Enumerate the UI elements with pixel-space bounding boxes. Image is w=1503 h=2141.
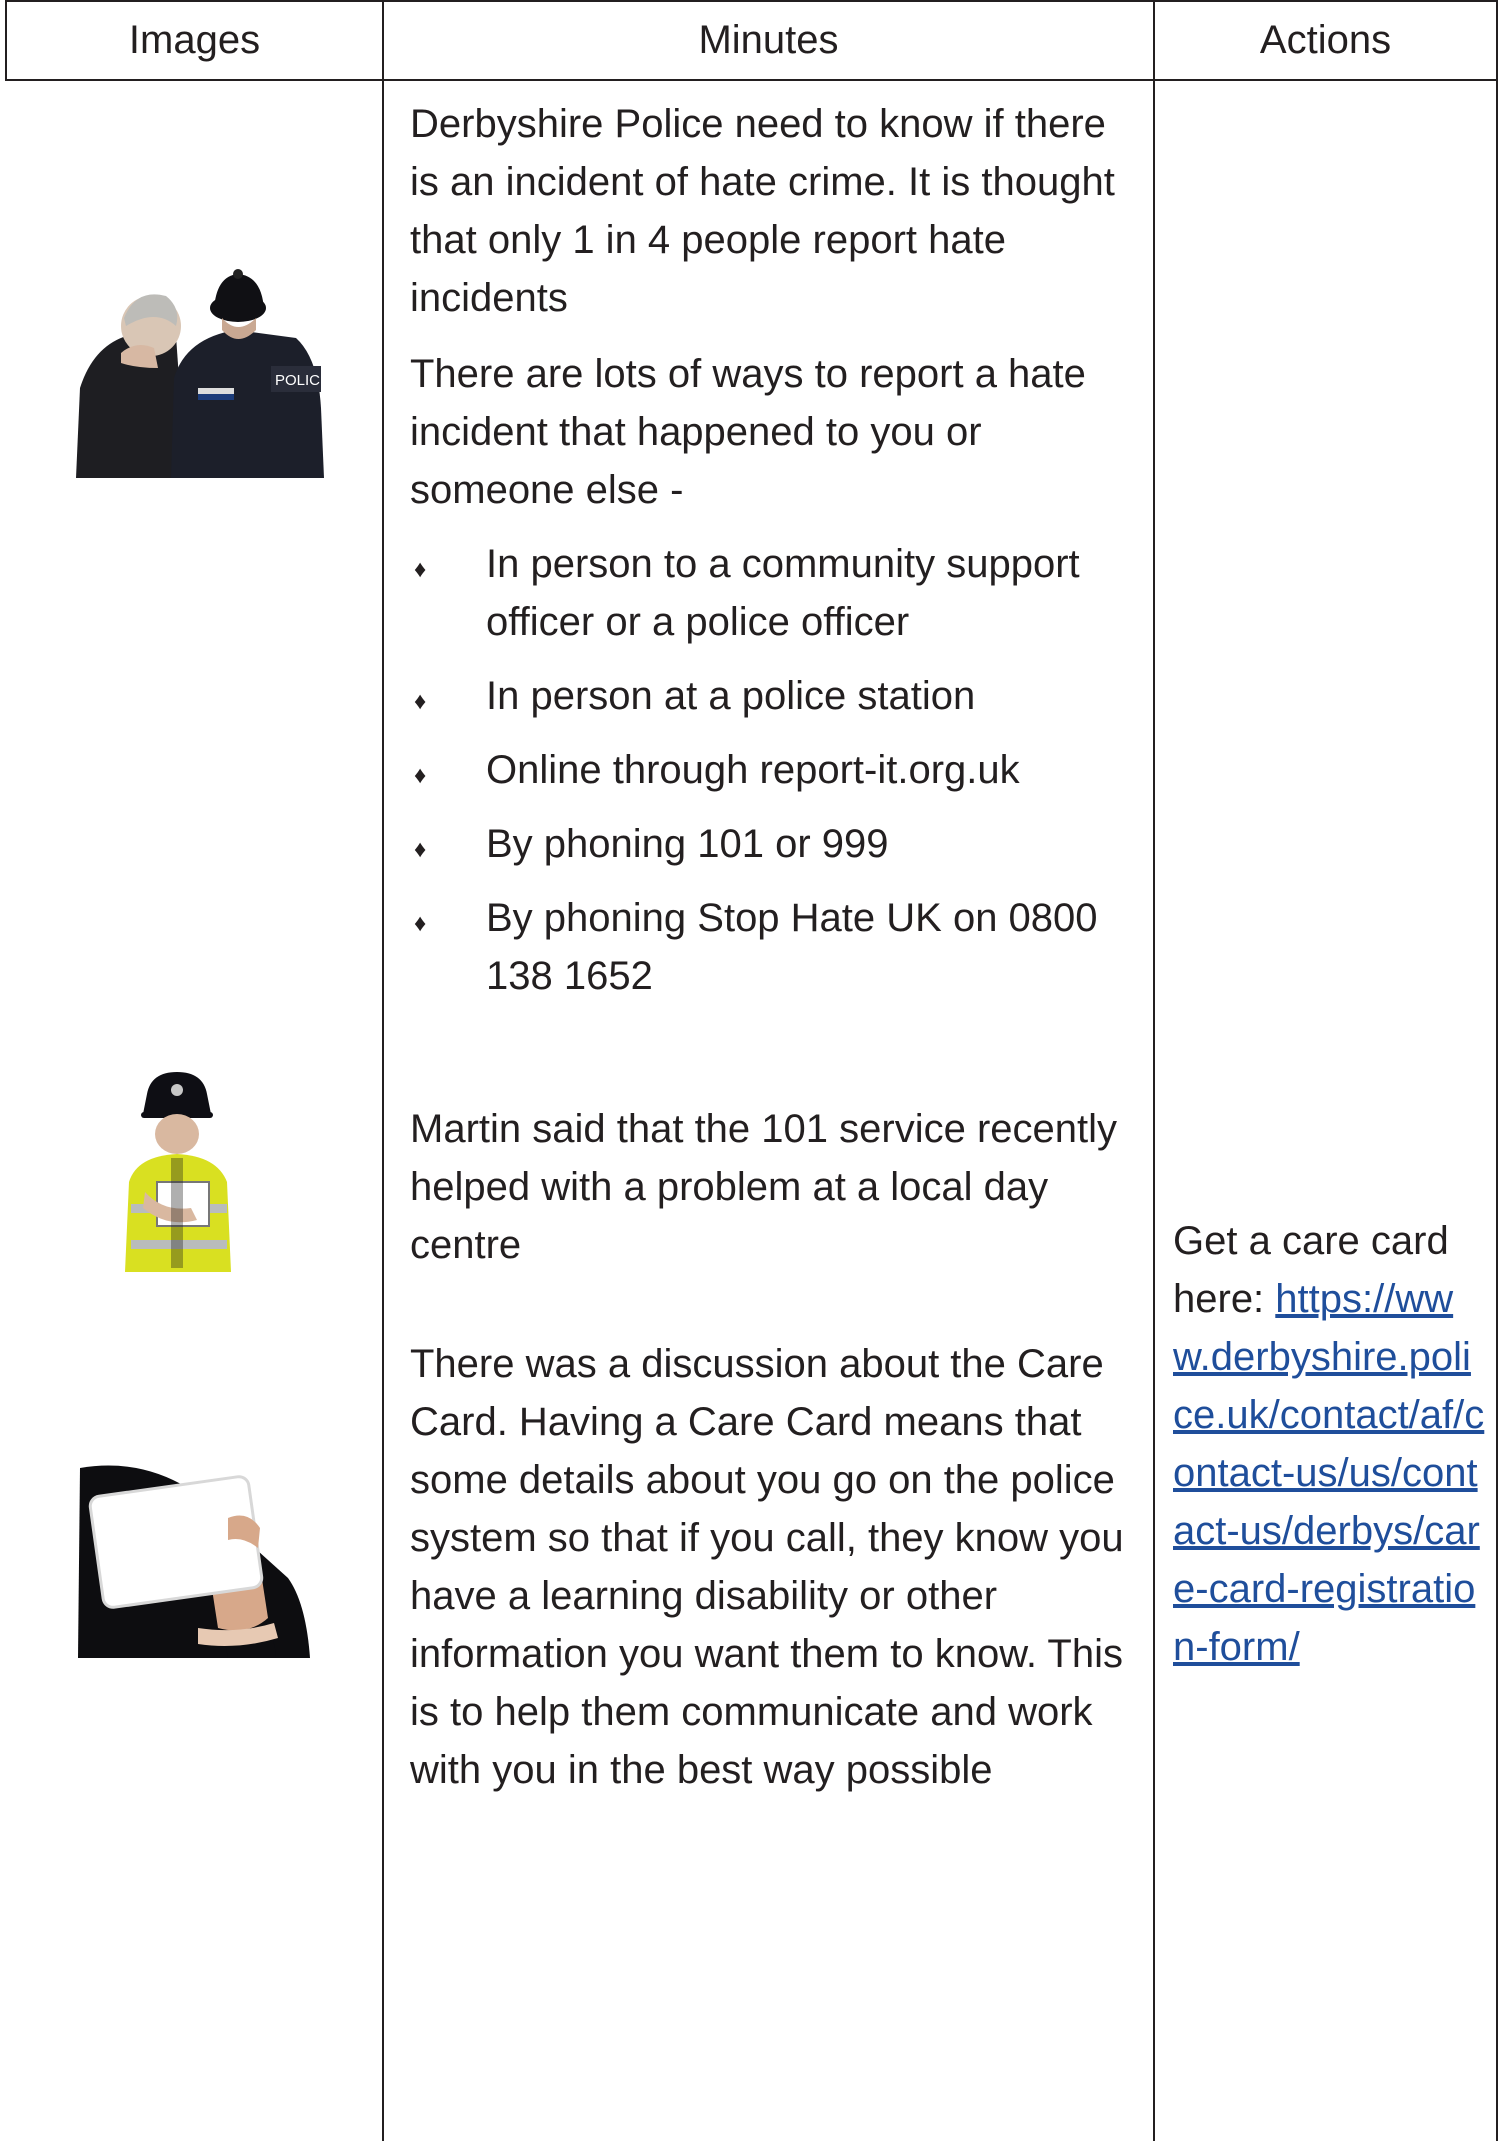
- hand-holding-card-image: [78, 1465, 310, 1658]
- minutes-care-card: There was a discussion about the Care Ca…: [410, 1342, 1124, 1792]
- reporting-way-text: By phoning 101 or 999: [486, 822, 889, 866]
- police-badge-text: POLICE: [275, 372, 326, 389]
- table-border-right: [1496, 0, 1498, 2141]
- list-item: ♦ By phoning 101 or 999: [410, 815, 1130, 873]
- diamond-icon: ♦: [414, 556, 427, 583]
- list-item: ♦ By phoning Stop Hate UK on 0800 138 16…: [410, 889, 1130, 1005]
- header-images: Images: [128, 17, 261, 62]
- list-item: ♦ In person to a community support offic…: [410, 535, 1130, 651]
- minutes-intro-hate-crime: Derbyshire Police need to know if there …: [410, 102, 1115, 320]
- diamond-icon: ♦: [414, 762, 427, 789]
- table-column-divider-2: [1153, 0, 1155, 2141]
- diamond-icon: ♦: [414, 910, 427, 937]
- reporting-way-text: In person at a police station: [486, 674, 976, 718]
- police-officer-hivis-image: [125, 1072, 231, 1272]
- diamond-icon: ♦: [414, 688, 427, 715]
- minutes-martin-101: Martin said that the 101 service recentl…: [410, 1107, 1118, 1267]
- reporting-way-text: In person to a community support officer…: [486, 542, 1080, 644]
- minutes-reporting-ways-intro: There are lots of ways to report a hate …: [410, 352, 1086, 512]
- table-column-divider-1: [382, 0, 384, 2141]
- care-card-registration-link[interactable]: https://www.derbyshire.police.uk/contact…: [1173, 1277, 1484, 1669]
- header-minutes: Minutes: [698, 17, 839, 62]
- actions-care-card: Get a care card here: https://www.derbys…: [1173, 1212, 1488, 1676]
- reporting-ways-list: ♦ In person to a community support offic…: [410, 535, 1130, 1005]
- list-item: ♦ Online through report-it.org.uk: [410, 741, 1130, 799]
- reporting-way-text: Online through report-it.org.uk: [486, 748, 1020, 792]
- header-actions: Actions: [1259, 17, 1392, 62]
- reporting-way-text: By phoning Stop Hate UK on 0800 138 1652: [486, 896, 1098, 998]
- diamond-icon: ♦: [414, 836, 427, 863]
- list-item: ♦ In person at a police station: [410, 667, 1130, 725]
- police-comforting-person-image: POLICE: [66, 269, 326, 478]
